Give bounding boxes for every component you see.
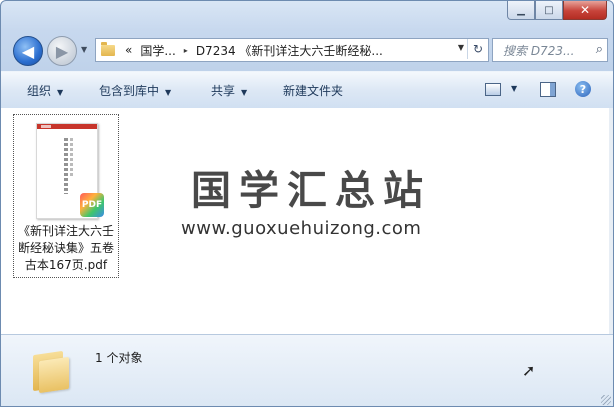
breadcrumb-overflow-icon[interactable]: « bbox=[121, 43, 136, 57]
search-input[interactable]: 搜索 D723... bbox=[493, 42, 589, 59]
chevron-down-icon: ▼ bbox=[57, 88, 64, 97]
organize-button[interactable]: 组织 ▼ bbox=[27, 82, 63, 99]
close-button[interactable]: ✕ bbox=[563, 1, 607, 20]
organize-label: 组织 bbox=[27, 84, 52, 98]
share-button[interactable]: 共享 ▼ bbox=[211, 82, 247, 99]
maximize-button[interactable]: □ bbox=[535, 1, 563, 20]
watermark-title: 国学汇总站 bbox=[191, 168, 431, 214]
recent-pages-dropdown-icon[interactable]: ▼ bbox=[81, 45, 87, 54]
pdf-file-icon: PDF bbox=[80, 193, 104, 217]
folder-icon bbox=[33, 349, 71, 394]
chevron-down-icon: ▼ bbox=[165, 88, 172, 97]
folder-icon bbox=[101, 41, 115, 56]
thumbnail-text-column bbox=[64, 138, 68, 194]
search-box[interactable]: 搜索 D723... ⌕ bbox=[492, 38, 608, 62]
share-label: 共享 bbox=[211, 84, 236, 98]
thumbnail-header-bar bbox=[37, 124, 97, 129]
file-item[interactable]: PDF 《新刊详注大六壬断经秘诀集》五卷古本167页.pdf bbox=[13, 114, 119, 278]
watermark-url: www.guoxuehuizong.com bbox=[181, 218, 422, 239]
chevron-down-icon: ▼ bbox=[241, 88, 248, 97]
change-view-icon[interactable] bbox=[485, 83, 501, 96]
back-button[interactable]: ◀ bbox=[13, 36, 43, 66]
command-toolbar: 组织 ▼ 包含到库中 ▼ 共享 ▼ 新建文件夹 ▼ ? bbox=[1, 71, 613, 109]
thumbnail-text-column bbox=[70, 138, 73, 178]
help-icon[interactable]: ? bbox=[575, 81, 591, 97]
caption-buttons: ▁ □ ✕ bbox=[507, 1, 607, 20]
include-in-library-button[interactable]: 包含到库中 ▼ bbox=[99, 82, 171, 99]
new-folder-button[interactable]: 新建文件夹 bbox=[283, 82, 343, 99]
breadcrumb-separator-icon[interactable]: ▸ bbox=[180, 46, 192, 55]
address-dropdown-icon[interactable]: ▼ bbox=[458, 43, 464, 52]
refresh-icon[interactable]: ↻ bbox=[467, 39, 488, 59]
file-name[interactable]: 《新刊详注大六壬断经秘诀集》五卷古本167页.pdf bbox=[14, 223, 118, 274]
scrollbar-edge bbox=[609, 108, 613, 334]
include-in-library-label: 包含到库中 bbox=[99, 84, 160, 98]
resize-grip-icon[interactable] bbox=[601, 395, 611, 405]
search-icon[interactable]: ⌕ bbox=[596, 42, 603, 57]
minimize-button[interactable]: ▁ bbox=[507, 1, 535, 20]
breadcrumb-item-current[interactable]: D7234 《新刊详注大六壬断经秘... bbox=[192, 42, 387, 59]
mouse-cursor-icon: ➚ bbox=[522, 361, 536, 380]
address-bar[interactable]: « 国学... ▸ D7234 《新刊详注大六壬断经秘... ▼ ↻ bbox=[95, 38, 489, 62]
file-list-area[interactable]: PDF 《新刊详注大六壬断经秘诀集》五卷古本167页.pdf 国学汇总站 www… bbox=[1, 108, 613, 334]
forward-button[interactable]: ▶ bbox=[47, 36, 77, 66]
item-count: 1 个对象 bbox=[95, 351, 143, 365]
preview-pane-icon[interactable] bbox=[540, 82, 556, 97]
details-pane: 1 个对象 ➚ bbox=[1, 334, 613, 406]
view-options-dropdown-icon[interactable]: ▼ bbox=[511, 84, 517, 93]
explorer-window: ▁ □ ✕ ◀ ▶ ▼ « 国学... ▸ D7234 《新刊详注大六壬断经秘.… bbox=[0, 0, 614, 407]
breadcrumb-item-root[interactable]: 国学... bbox=[136, 42, 179, 59]
navigation-bar: ◀ ▶ ▼ « 国学... ▸ D7234 《新刊详注大六壬断经秘... ▼ ↻… bbox=[1, 33, 613, 67]
